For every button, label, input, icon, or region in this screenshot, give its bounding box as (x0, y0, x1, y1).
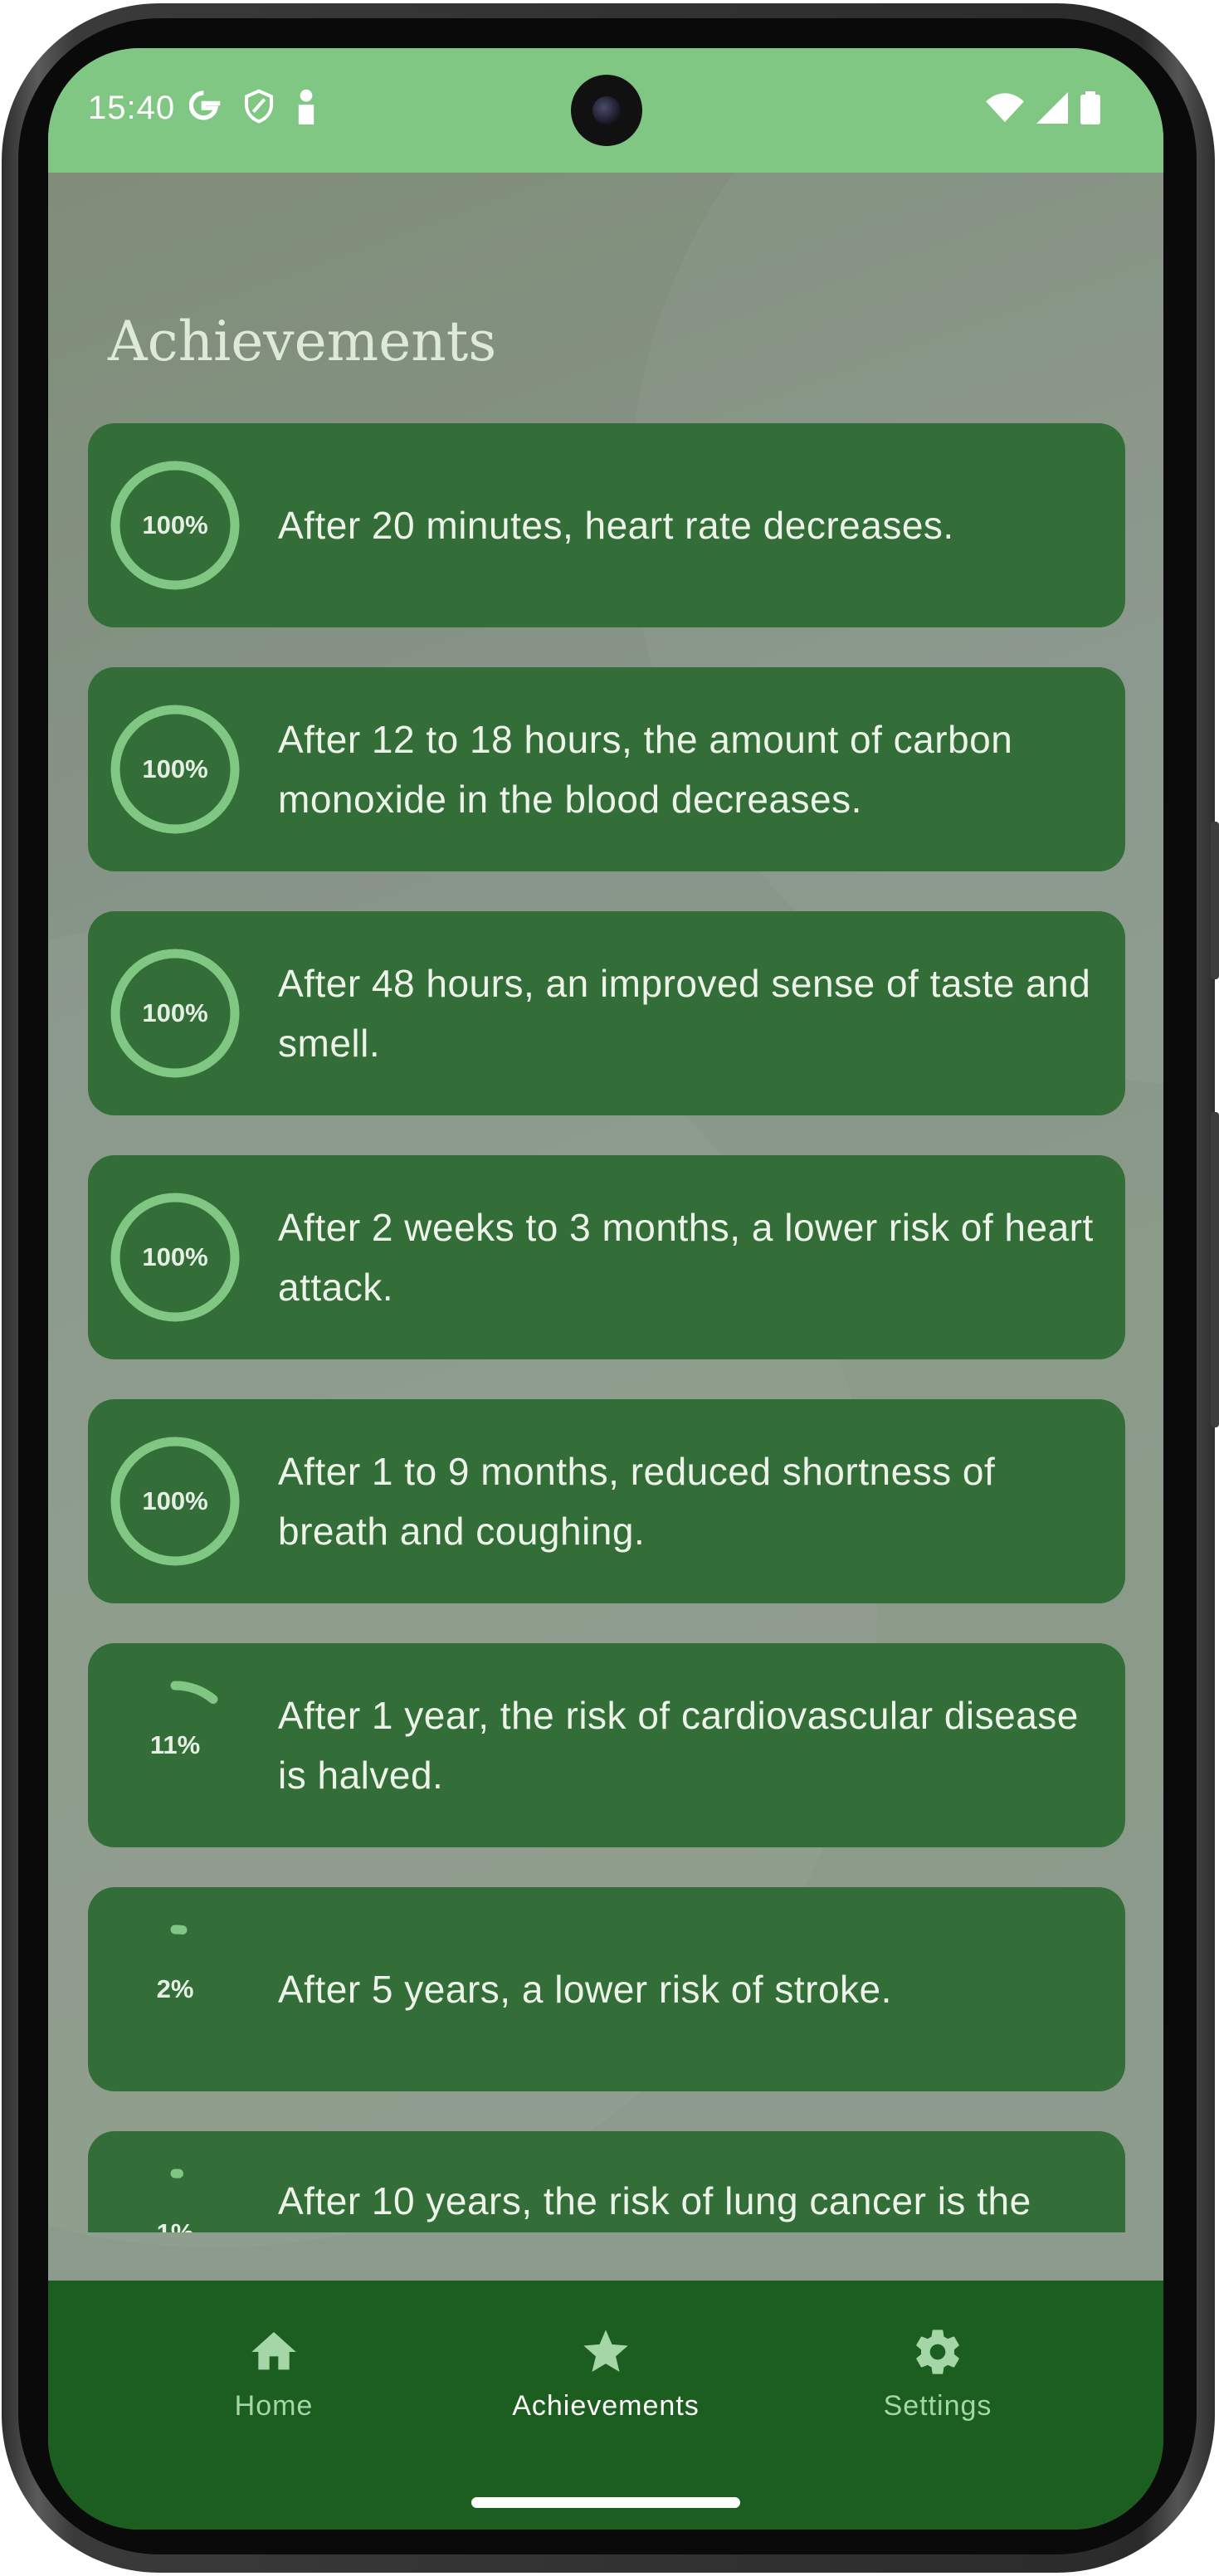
progress-label: 11% (149, 1730, 201, 1759)
shield-icon (242, 88, 275, 129)
status-icons-right (986, 91, 1100, 129)
screen: 15:40 Achievements 100% After 20 minutes… (48, 48, 1163, 2530)
progress-ring: 100% (106, 1432, 244, 1570)
nav-item-settings[interactable]: Settings (813, 2314, 1062, 2430)
progress-label: 100% (142, 1486, 208, 1515)
achievement-text: After 20 minutes, heart rate decreases. (278, 504, 954, 547)
achievement-card[interactable]: 1% After 10 years, the risk of lung cance… (88, 2131, 1125, 2232)
google-icon (188, 89, 224, 128)
status-bar: 15:40 (48, 48, 1163, 173)
progress-label: 100% (142, 1242, 208, 1271)
bottom-navigation: Home Achievements Settings (48, 2281, 1163, 2530)
achievement-text: After 1 year, the risk of cardiovascular… (278, 1694, 1079, 1797)
progress-label: 100% (142, 754, 208, 783)
achievement-text: After 1 to 9 months, reduced shortness o… (278, 1450, 996, 1553)
nav-label-home: Home (234, 2390, 314, 2422)
achievement-text: After 2 weeks to 3 months, a lower risk … (278, 1206, 1094, 1309)
achievement-card[interactable]: 100% After 2 weeks to 3 months, a lower r… (88, 1155, 1125, 1359)
progress-label: 100% (142, 998, 208, 1027)
progress-ring: 2% (106, 1920, 244, 2058)
progress-ring: 100% (106, 1188, 244, 1326)
achievement-text: After 10 years, the risk of lung cancer … (278, 2179, 1031, 2222)
battery-icon (1080, 91, 1100, 129)
gear-icon (916, 2330, 959, 2374)
achievement-text: After 12 to 18 hours, the amount of carb… (278, 718, 1013, 821)
achievement-text: After 48 hours, an improved sense of tas… (278, 962, 1091, 1065)
progress-label: 2% (156, 1974, 194, 2003)
nav-item-achievements[interactable]: Achievements (481, 2314, 730, 2430)
progress-ring: 1% (106, 2164, 244, 2232)
page-title: Achievements (108, 310, 497, 373)
progress-ring: 100% (106, 456, 244, 594)
achievement-card[interactable]: 100% After 20 minutes, heart rate decreas… (88, 423, 1125, 627)
status-icons-left (188, 88, 319, 129)
progress-label: 1% (106, 2164, 244, 2232)
volume-button (1211, 822, 1219, 979)
wifi-icon (986, 92, 1024, 128)
achievements-page[interactable]: Achievements 100% After 20 minutes, heart… (48, 173, 1163, 2281)
achievement-card[interactable]: 100% After 1 to 9 months, reduced shortne… (88, 1399, 1125, 1603)
progress-ring: 100% (106, 700, 244, 838)
power-button (1211, 1112, 1219, 1427)
front-camera (571, 75, 642, 146)
achievement-card[interactable]: 11% After 1 year, the risk of cardiovascu… (88, 1643, 1125, 1847)
phone-device: 15:40 Achievements 100% After 20 minutes… (0, 0, 1219, 2576)
achievement-card[interactable]: 100% After 12 to 18 hours, the amount of … (88, 667, 1125, 871)
nav-label-settings: Settings (883, 2390, 992, 2422)
progress-label: 100% (142, 510, 208, 539)
star-icon (583, 2330, 628, 2372)
achievement-list[interactable]: 100% After 20 minutes, heart rate decreas… (88, 423, 1125, 2232)
status-time: 15:40 (88, 90, 176, 126)
nav-item-home[interactable]: Home (149, 2314, 398, 2430)
home-icon (251, 2332, 296, 2370)
progress-ring: 100% (106, 944, 244, 1082)
achievement-text: After 5 years, a lower risk of stroke. (278, 1968, 892, 2011)
progress-ring: 11% (106, 1676, 244, 1814)
achievement-card[interactable]: 2% After 5 years, a lower risk of stroke. (88, 1887, 1125, 2091)
person-icon (294, 88, 319, 129)
home-indicator[interactable] (471, 2497, 740, 2508)
achievement-card[interactable]: 100% After 48 hours, an improved sense of… (88, 911, 1125, 1115)
cellular-signal-icon (1036, 92, 1069, 128)
nav-label-achievements: Achievements (512, 2390, 700, 2422)
